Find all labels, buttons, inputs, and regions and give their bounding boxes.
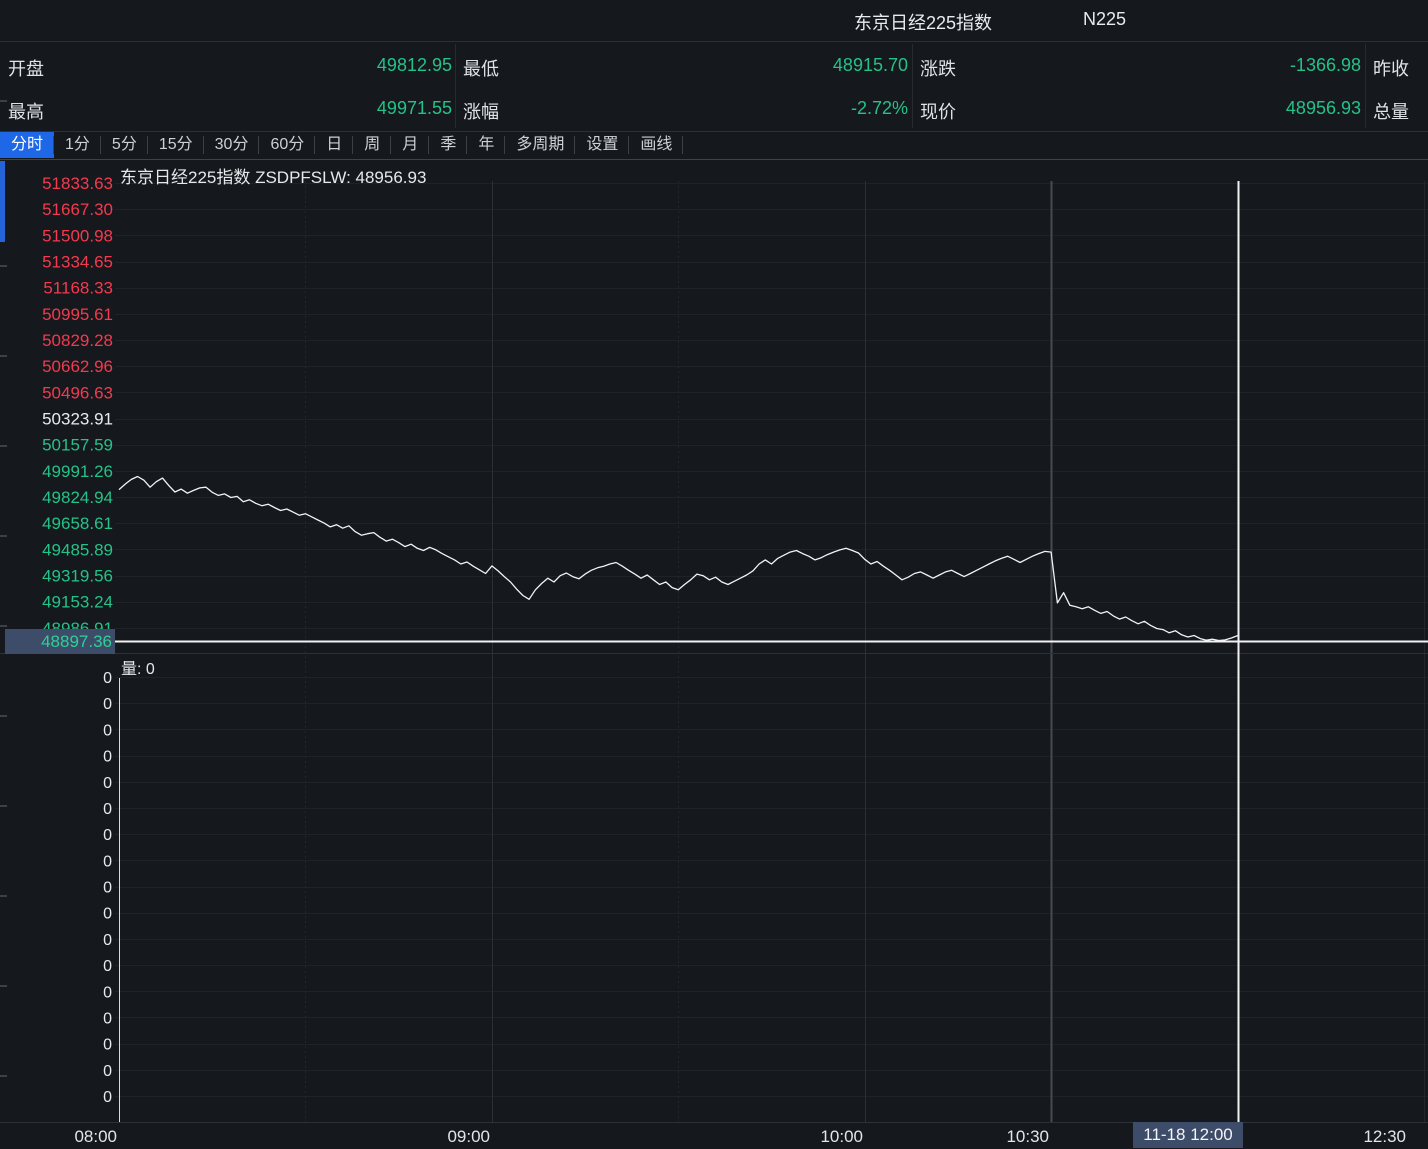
- quote-label: 开盘: [8, 55, 44, 81]
- time-axis-label: 12:30: [1363, 1127, 1406, 1146]
- price-axis-label: 50323.91: [42, 410, 113, 429]
- price-axis-label: 50157.59: [42, 436, 113, 455]
- quote-label: 现价: [920, 98, 956, 124]
- intraday-chart-canvas[interactable]: 51833.63 51667.30 51500.98 51334.65 51168.33…: [0, 160, 1428, 1149]
- index-code: N225: [1083, 9, 1126, 30]
- quote-value: -1366.98: [1290, 55, 1361, 76]
- price-axis-label: 51334.65: [42, 253, 113, 272]
- tab-15分[interactable]: 15分: [148, 132, 204, 158]
- chart-area[interactable]: 51833.63 51667.30 51500.98 51334.65 51168.33…: [0, 160, 1428, 1149]
- left-edge-tick: [0, 985, 7, 987]
- price-axis-label: 50995.61: [42, 305, 113, 324]
- price-axis-label: 50829.28: [42, 331, 113, 350]
- volume-axis-label: 0: [103, 1063, 112, 1080]
- volume-axis-label: 0: [103, 670, 112, 687]
- price-axis-label: 49319.56: [42, 567, 113, 586]
- tab-60分[interactable]: 60分: [259, 132, 315, 158]
- volume-axis-label: 0: [103, 1037, 112, 1054]
- volume-axis-label: 0: [103, 984, 112, 1001]
- chart-legend: 东京日经225指数 ZSDPFSLW: 48956.93: [120, 163, 426, 188]
- quote-grid-divider: [912, 44, 913, 128]
- price-axis-label: 51833.63: [42, 174, 113, 193]
- left-edge-tick: [0, 1075, 7, 1077]
- title-bar: 东京日经225指数 N225: [0, 0, 1428, 40]
- time-axis-label: 10:30: [1006, 1127, 1049, 1146]
- quote-value: 49812.95: [377, 55, 452, 76]
- quote-value: -2.72%: [851, 98, 908, 119]
- quote-value: 48915.70: [833, 55, 908, 76]
- crosshair-price-label: 48897.36: [5, 629, 115, 654]
- tab-周[interactable]: 周: [353, 132, 391, 158]
- volume-axis-label: 0: [103, 696, 112, 713]
- volume-axis-label: 0: [103, 880, 112, 897]
- crosshair-time-label: 11-18 12:00: [1133, 1122, 1243, 1148]
- price-axis-label: 51168.33: [43, 279, 113, 298]
- left-edge-tick: [0, 445, 7, 447]
- volume-axis-label: 0: [103, 958, 112, 975]
- quote-grid-divider: [1365, 44, 1366, 128]
- tab-年[interactable]: 年: [467, 132, 505, 158]
- quote-label: 涨跌: [920, 55, 956, 81]
- left-edge-tick: [0, 895, 7, 897]
- volume-axis-label: 0: [103, 932, 112, 949]
- left-edge-tick: [0, 100, 7, 102]
- price-axis-label: 49153.24: [42, 593, 113, 612]
- trading-app-window: 东京日经225指数 N225 开盘 49812.95 最低 48915.70 涨跌 -13…: [0, 0, 1428, 1149]
- quote-grid-divider: [455, 44, 456, 128]
- left-edge-tick: [0, 805, 7, 807]
- volume-axis-label: 0: [103, 1089, 112, 1106]
- tab-5分[interactable]: 5分: [101, 132, 148, 158]
- tab-30分[interactable]: 30分: [204, 132, 260, 158]
- tab-多周期[interactable]: 多周期: [505, 132, 575, 158]
- left-edge-tick: [0, 535, 7, 537]
- volume-axis-label: 0: [103, 827, 112, 844]
- price-axis-label: 51667.30: [42, 200, 113, 219]
- volume-axis-label: 0: [103, 722, 112, 739]
- volume-axis-label: 0: [103, 853, 112, 870]
- price-axis-label: 49485.89: [42, 540, 113, 559]
- tab-设置[interactable]: 设置: [575, 132, 629, 158]
- price-axis-label: 49824.94: [42, 488, 113, 507]
- volume-axis-label: 0: [103, 775, 112, 792]
- volume-label: 量: 0: [121, 655, 155, 679]
- volume-axis-label: 0: [103, 906, 112, 923]
- period-tab-bar: 分时1分5分15分30分60分日周月季年多周期设置画线: [0, 131, 1428, 160]
- tab-日[interactable]: 日: [315, 132, 353, 158]
- time-axis-label: 10:00: [820, 1127, 863, 1146]
- price-axis-label: 50496.63: [42, 383, 113, 402]
- time-axis-label: 09:00: [447, 1127, 490, 1146]
- price-axis-label: 51500.98: [42, 226, 113, 245]
- tab-分时[interactable]: 分时: [0, 132, 54, 158]
- left-edge-tick: [0, 355, 7, 357]
- tab-画线[interactable]: 画线: [629, 132, 683, 158]
- quote-label: 最高: [8, 98, 44, 124]
- tab-季[interactable]: 季: [429, 132, 467, 158]
- price-axis-label: 49658.61: [42, 514, 113, 533]
- volume-axis-label: 0: [103, 749, 112, 766]
- quote-label: 总量: [1373, 98, 1409, 124]
- quote-label: 涨幅: [463, 98, 499, 124]
- price-axis-label: 49991.26: [42, 462, 113, 481]
- volume-axis-label: 0: [103, 801, 112, 818]
- quote-value: 48956.93: [1286, 98, 1361, 119]
- tab-月[interactable]: 月: [391, 132, 429, 158]
- time-axis-label: 08:00: [74, 1127, 117, 1146]
- quote-label: 昨收: [1373, 55, 1409, 81]
- quote-value: 49971.55: [377, 98, 452, 119]
- index-title: 东京日经225指数: [854, 9, 992, 35]
- quote-grid: 开盘 49812.95 最低 48915.70 涨跌 -1366.98 昨收最高 49971.…: [0, 41, 1428, 132]
- left-edge-tick: [0, 625, 7, 627]
- left-edge-tick: [0, 265, 7, 267]
- quote-label: 最低: [463, 55, 499, 81]
- volume-axis-label: 0: [103, 1011, 112, 1028]
- left-edge-tick: [0, 715, 7, 717]
- price-axis-label: 50662.96: [42, 357, 113, 376]
- tab-1分[interactable]: 1分: [54, 132, 101, 158]
